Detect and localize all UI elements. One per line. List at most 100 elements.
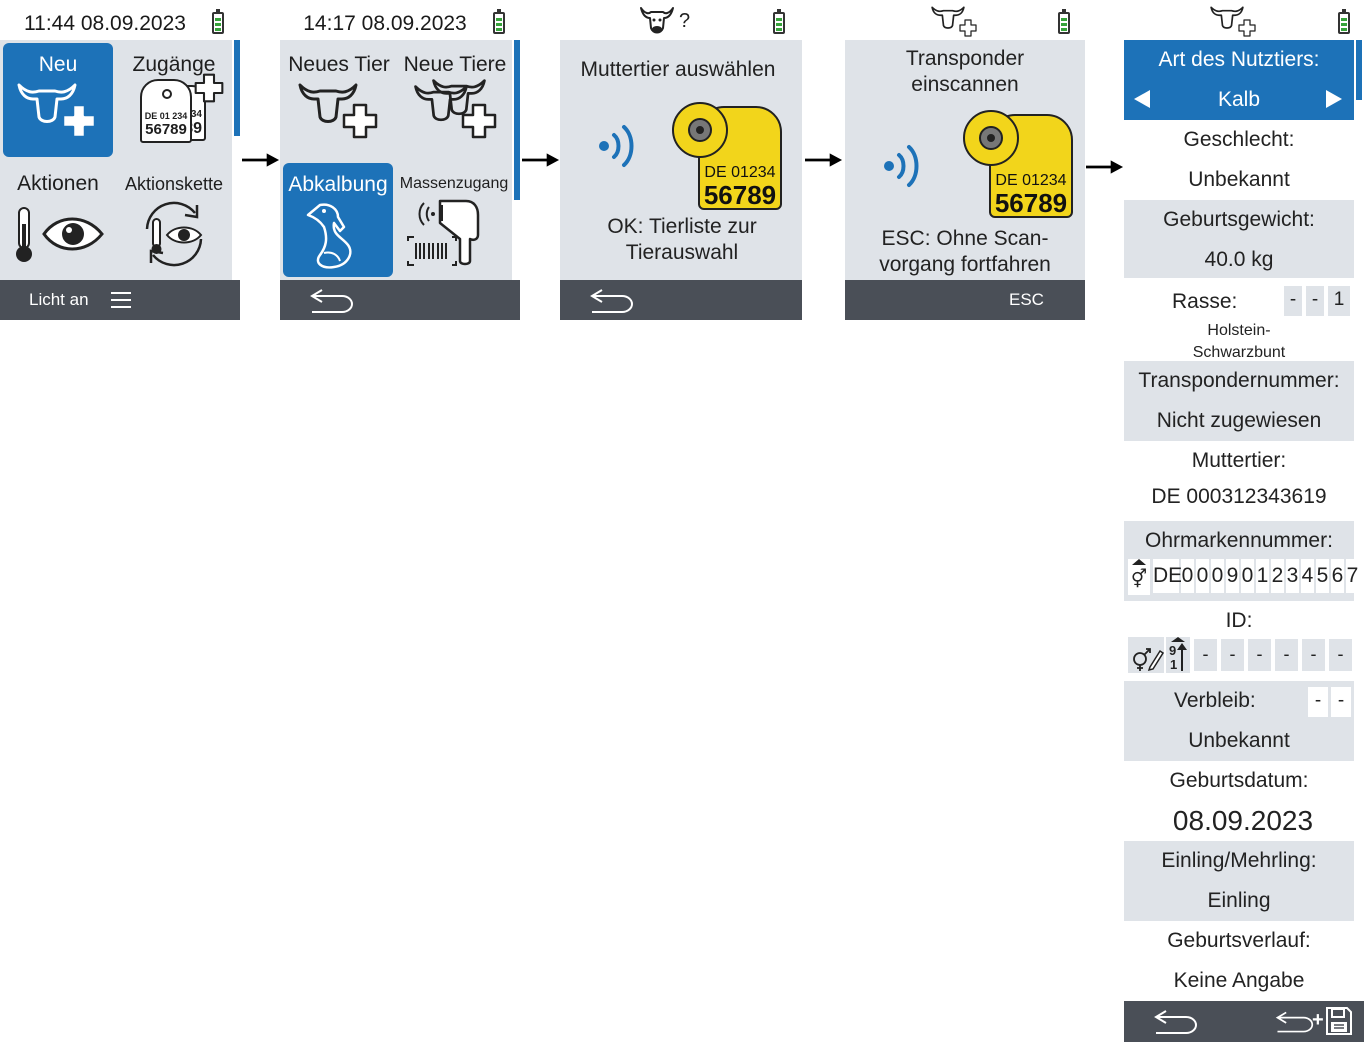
field-value: Einling [1207,889,1271,912]
tile-label: Neue Tiere [403,53,507,76]
field-einling-mehrling[interactable]: Einling/Mehrling: Einling [1124,841,1354,921]
nutztier-selector[interactable]: Art des Nutztiers: Kalb [1124,40,1354,120]
gender-edit-icon[interactable] [1128,637,1164,673]
scrollbar[interactable] [514,40,520,200]
sort-icon[interactable]: 9 1 [1166,637,1190,673]
ohrmarke-char-box[interactable]: 7 [1346,559,1359,593]
thermometer-eye-icon [16,207,104,262]
field-muttertier[interactable]: Muttertier: DE 000312343619 [1124,441,1354,521]
ohrmarke-chars: DE 0 0 0 9 0 1 2 3 4 5 6 7 [1153,559,1359,593]
id-char-box[interactable]: - [1221,639,1244,671]
id-char-box[interactable]: - [1275,639,1298,671]
field-ohrmarkennummer[interactable]: Ohrmarkennummer: ⚥ DE 0 0 0 9 0 1 2 3 4 5 6 7 [1124,521,1359,601]
field-geburtsgewicht[interactable]: Geburtsgewicht: 40.0 kg [1124,200,1354,278]
tile-aktionen[interactable]: Aktionen [3,162,113,276]
esc-button[interactable]: ESC [1009,290,1044,310]
ohrmarke-char-box[interactable]: 0 [1211,559,1224,593]
id-char-box[interactable]: - [1329,639,1352,671]
id-char-box[interactable]: - [1248,639,1271,671]
field-value: Unbekannt [1188,168,1290,191]
field-geburtsverlauf[interactable]: Geburtsverlauf: Keine Angabe [1124,921,1354,1001]
tile-massenzugang[interactable]: Massenzugang [396,163,512,277]
verbleib-box[interactable]: - [1308,687,1328,717]
tile-label: Aktionen [17,172,99,195]
field-label: Ohrmarkennummer: [1145,529,1333,552]
battery-icon [1338,9,1350,34]
footer-bar: Licht an [0,280,240,320]
field-transpondernummer[interactable]: Transpondernummer: Nicht zugewiesen [1124,361,1354,441]
footer-bar: ESC [845,280,1085,320]
cow-plus-icon [931,5,981,37]
menu-icon[interactable] [111,291,131,309]
ear-tag-icon: DE 01234 56789 [963,110,1083,220]
rasse-box[interactable]: - [1306,286,1324,316]
scrollbar[interactable] [234,40,240,136]
field-value: DE 000312343619 [1151,485,1327,508]
ohrmarke-char-box[interactable]: 9 [1226,559,1239,593]
field-value: Keine Angabe [1173,969,1305,992]
back-icon[interactable] [308,288,354,314]
tile-aktionskette[interactable]: Aktionskette [117,162,231,276]
verbleib-box[interactable]: - [1331,687,1351,717]
field-id[interactable]: ID: 9 1 ------ [1124,601,1354,681]
arrow-right-icon[interactable] [1326,90,1342,108]
field-rasse[interactable]: Rasse: - - 1 Holstein-Schwarzbunt [1124,280,1354,361]
ohrmarke-char-box[interactable]: 2 [1271,559,1284,593]
rfid-wave-icon [598,122,638,170]
screen-transponder: Transponder einscannen DE 01234 56789 ES… [845,0,1085,320]
ohrmarke-char-box[interactable]: 0 [1181,559,1194,593]
tile-zugaenge[interactable]: Zugänge 234 89 DE 01 234 56789 [117,43,231,157]
tile-neues-tier[interactable]: Neues Tier [283,43,395,157]
field-label: Geschlecht: [1183,128,1295,151]
tag-bottom: 56789 [703,180,777,210]
id-char-box[interactable]: - [1302,639,1325,671]
rasse-box[interactable]: - [1284,286,1302,316]
tile-abkalbung[interactable]: Abkalbung [283,163,393,277]
plus-icon [194,73,224,103]
footer-bar: + [1124,1001,1364,1042]
footer-bar [560,280,802,320]
field-verbleib[interactable]: Verbleib: - - Unbekannt [1124,681,1354,761]
cow-plus-icon [294,81,384,141]
ohrmarke-char-box[interactable]: 4 [1301,559,1314,593]
cows-plus-icon [405,81,505,141]
tag-bottom: 56789 [145,121,187,138]
field-geburtsdatum[interactable]: Geburtsdatum: 08.09.2023 [1124,761,1354,841]
nutztier-value: Kalb [1217,88,1261,111]
rasse-box[interactable]: 1 [1328,286,1350,316]
id-char-box[interactable]: - [1194,639,1217,671]
ohrmarke-char-box[interactable]: 0 [1241,559,1254,593]
ohrmarke-char-box[interactable]: 0 [1196,559,1209,593]
back-icon[interactable] [1152,1009,1198,1035]
screen-muttertier: ? Muttertier auswählen DE 01234 56789 OK… [560,0,802,320]
tile-label: Abkalbung [288,173,388,196]
ohrmarke-char-box[interactable]: 6 [1331,559,1344,593]
status-symbol: ? [679,10,691,32]
arrow-right-icon [522,152,560,168]
stork-icon [306,203,352,269]
tile-neue-tiere[interactable]: Neue Tiere [398,43,512,157]
scanner-icon [407,199,480,266]
screen-content: Transponder einscannen DE 01234 56789 ES… [845,40,1085,280]
licht-an-button[interactable]: Licht an [29,290,89,310]
back-icon[interactable] [588,288,634,314]
battery-icon [773,9,785,34]
cow-plus-icon [1210,5,1260,37]
field-value: Holstein-Schwarzbunt [1192,322,1286,361]
sort-bottom: 1 [1170,657,1178,672]
save-icon [1326,1007,1352,1035]
arrow-right-icon [1086,159,1124,175]
sort-top: 9 [1169,643,1177,658]
screen-title: Transponder einscannen [905,47,1025,96]
back-save-button[interactable]: + [1274,1005,1362,1039]
ohrmarke-char-box[interactable]: DE [1153,559,1182,593]
battery-icon [212,9,224,34]
field-geschlecht[interactable]: Geschlecht: Unbekannt [1124,120,1354,200]
tile-neu[interactable]: Neu [3,43,113,157]
ohrmarke-char-box[interactable]: 3 [1286,559,1299,593]
gender-icon[interactable]: ⚥ [1128,559,1150,595]
scrollbar[interactable] [1356,40,1362,100]
field-label: Transpondernummer: [1138,369,1340,392]
ohrmarke-char-box[interactable]: 1 [1256,559,1269,593]
ohrmarke-char-box[interactable]: 5 [1316,559,1329,593]
